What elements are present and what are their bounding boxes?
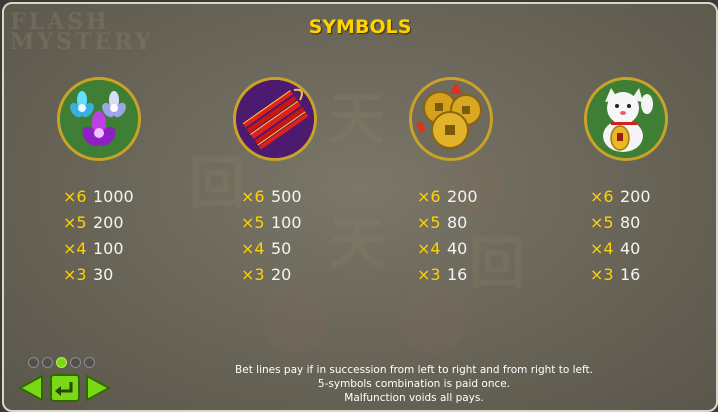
pay-row: ×3 30: [63, 265, 114, 284]
pay-row: ×4 40: [417, 239, 468, 258]
paytable-column-coins: ×6 200 ×5 80 ×4 40 ×3 16: [417, 184, 478, 288]
page-dot[interactable]: [42, 357, 53, 368]
pay-row: ×6 1000: [63, 187, 134, 206]
background-reel-disc: [259, 284, 329, 354]
rules-text: Bet lines pay if in succession from left…: [235, 364, 593, 404]
pay-row: ×3 20: [241, 265, 292, 284]
paytable-column-firecrackers: ×6 500 ×5 100 ×4 50 ×3 20: [241, 184, 302, 288]
arrow-right-icon: [86, 374, 112, 402]
pay-row: ×4 50: [241, 239, 292, 258]
pay-row: ×6 200: [417, 187, 478, 206]
return-to-game-button[interactable]: [50, 374, 80, 406]
pay-row: ×5 80: [590, 213, 641, 232]
page-indicator: [28, 353, 98, 372]
next-page-button[interactable]: [85, 374, 112, 406]
lucky-cat-icon: [584, 77, 668, 161]
page-title: SYMBOLS: [308, 16, 412, 38]
pay-row: ×5 200: [63, 213, 124, 232]
firecrackers-icon: [233, 77, 317, 161]
pay-row: ×3 16: [417, 265, 468, 284]
pay-row: ×3 16: [590, 265, 641, 284]
page-dot-active[interactable]: [56, 357, 67, 368]
page-dot[interactable]: [70, 357, 81, 368]
arrow-left-icon: [17, 374, 43, 402]
pay-row: ×4 40: [590, 239, 641, 258]
coins-icon: [409, 77, 493, 161]
pay-row: ×5 100: [241, 213, 302, 232]
pay-row: ×5 80: [417, 213, 468, 232]
paytable-column-lotus: ×6 1000 ×5 200 ×4 100 ×3 30: [63, 184, 134, 288]
paytable-panel: FLASH MYSTERY 天 天 回 回 SYMBOLS ×6 1000 ×5…: [2, 2, 718, 412]
prev-page-button[interactable]: [17, 374, 44, 406]
background-glyph: 天: [329, 86, 385, 152]
return-icon: [50, 374, 80, 402]
lotus-flowers-icon: [57, 77, 141, 161]
background-glyph: 天: [329, 211, 385, 277]
background-reel-disc: [399, 284, 469, 354]
page-dot[interactable]: [28, 357, 39, 368]
pay-row: ×6 200: [590, 187, 651, 206]
pay-row: ×6 500: [241, 187, 302, 206]
page-dot[interactable]: [84, 357, 95, 368]
pay-row: ×4 100: [63, 239, 124, 258]
paytable-column-lucky-cat: ×6 200 ×5 80 ×4 40 ×3 16: [590, 184, 651, 288]
